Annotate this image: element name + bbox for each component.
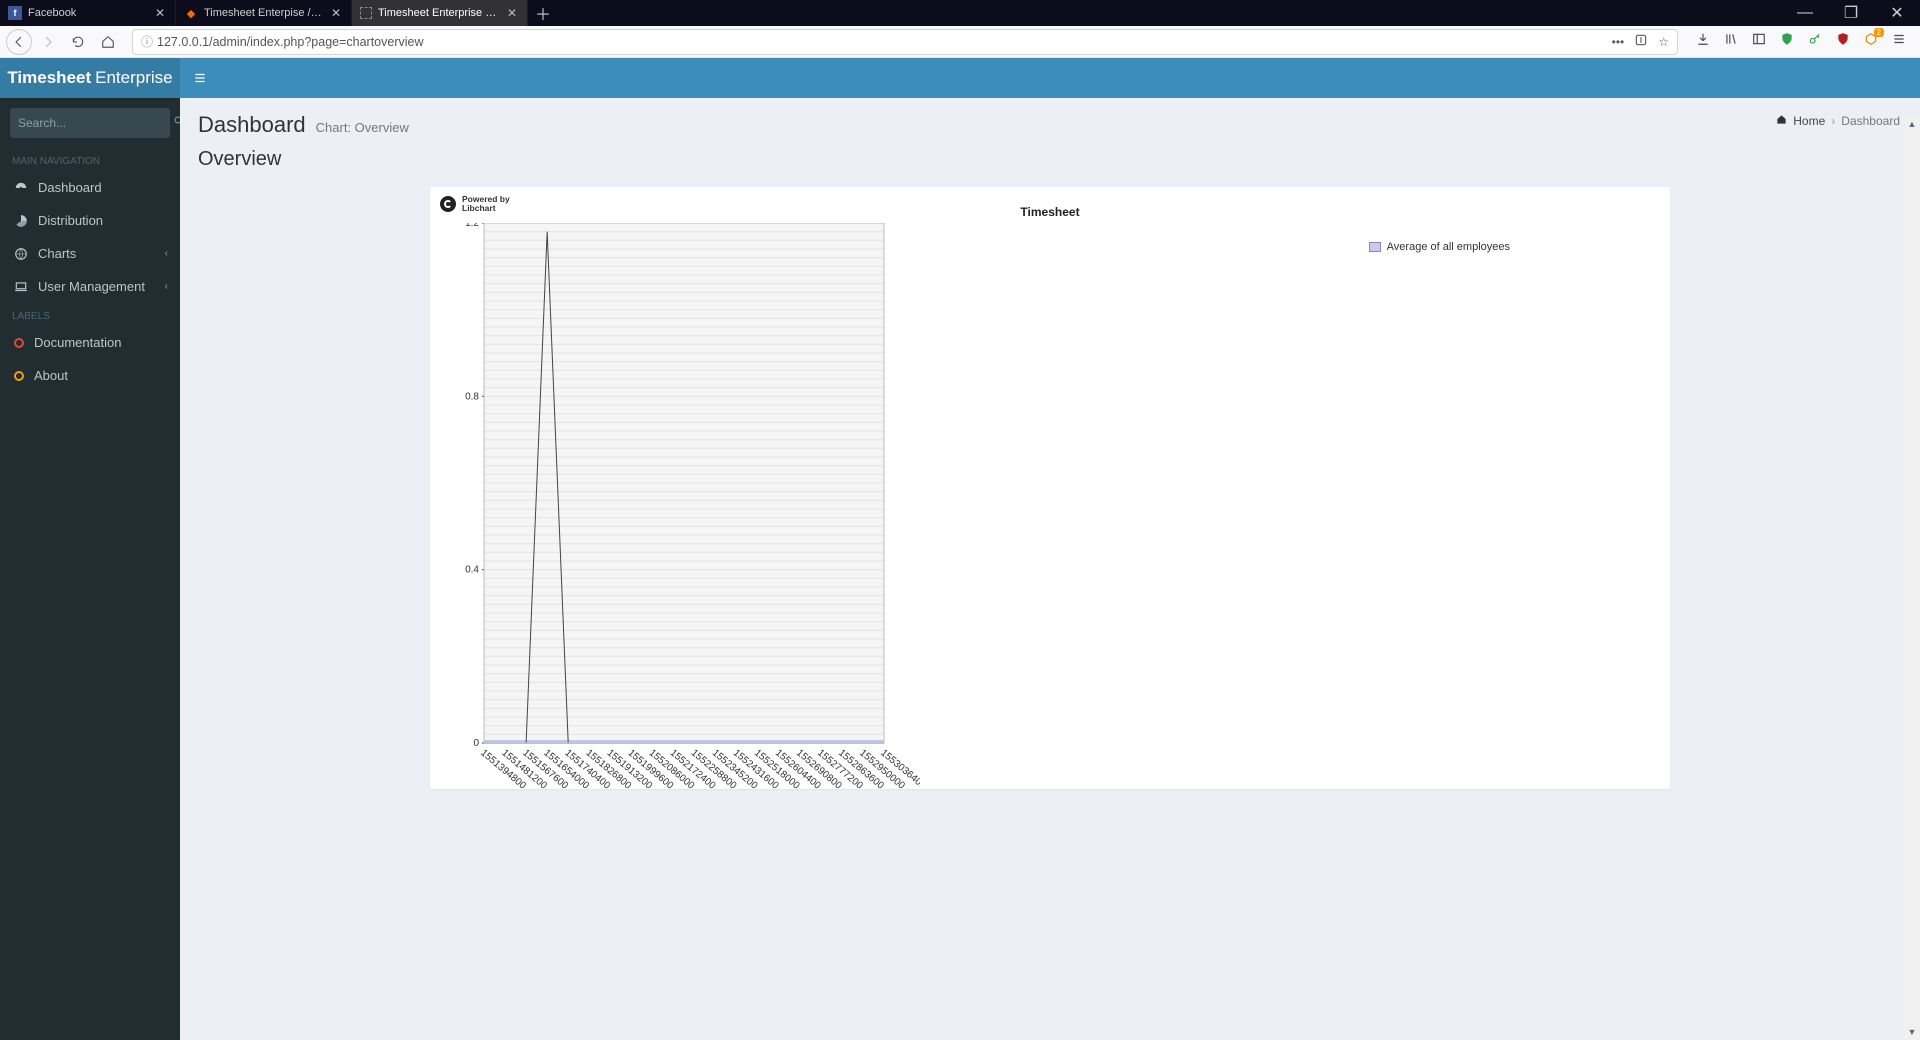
- nav-label: User Management: [38, 279, 145, 294]
- scroll-up-icon[interactable]: ▲: [1904, 116, 1920, 132]
- sidebar-item-user-management[interactable]: User Management ‹: [0, 270, 180, 303]
- url-bar[interactable]: ⓘ ••• ☆: [132, 29, 1678, 55]
- more-icon[interactable]: •••: [1612, 35, 1625, 49]
- brand-light: Enterprise: [95, 68, 172, 88]
- app-header: Timesheet Enterprise: [0, 58, 1920, 98]
- content-area: Dashboard Chart: Overview Home › Dashboa…: [180, 58, 1920, 1040]
- sidebar-item-about[interactable]: About: [0, 359, 180, 392]
- home-icon: [101, 35, 115, 49]
- window-close-button[interactable]: ✕: [1874, 0, 1920, 26]
- close-icon[interactable]: ✕: [329, 6, 343, 20]
- bookmark-star-icon[interactable]: ☆: [1658, 35, 1669, 49]
- ublock-icon[interactable]: [1836, 32, 1850, 51]
- info-icon[interactable]: ⓘ: [137, 33, 157, 50]
- downloads-icon[interactable]: [1696, 32, 1710, 51]
- svg-text:1.2: 1.2: [465, 223, 479, 229]
- legend-label: Average of all employees: [1387, 241, 1510, 253]
- key-icon[interactable]: [1808, 32, 1822, 51]
- section-title: Overview: [180, 144, 1920, 181]
- forward-button[interactable]: [34, 28, 62, 56]
- pie-chart-icon: [12, 214, 30, 228]
- page-title: Dashboard: [198, 112, 306, 138]
- extension-badge-icon[interactable]: [1864, 32, 1878, 51]
- svg-text:0.4: 0.4: [465, 565, 479, 576]
- nav-label: Charts: [38, 246, 76, 261]
- url-input[interactable]: [157, 35, 1612, 49]
- circle-yellow-icon: [14, 371, 24, 381]
- sourceforge-icon: ◆: [184, 6, 198, 20]
- nav-label: About: [34, 368, 68, 383]
- window-maximize-button[interactable]: ❐: [1828, 0, 1874, 26]
- brand-bold: Timesheet: [7, 68, 91, 88]
- sidebar-item-dashboard[interactable]: Dashboard: [0, 171, 180, 204]
- chart-title: Timesheet: [440, 205, 1660, 219]
- reload-icon: [71, 35, 85, 49]
- reader-icon[interactable]: [1634, 33, 1648, 50]
- facebook-icon: f: [8, 6, 22, 20]
- new-tab-button[interactable]: ＋: [528, 0, 558, 26]
- nav-header-main: MAIN NAVIGATION: [0, 148, 180, 171]
- content-header: Dashboard Chart: Overview: [180, 98, 1920, 144]
- sidebar-item-distribution[interactable]: Distribution: [0, 204, 180, 237]
- hamburger-icon: [193, 71, 207, 85]
- tab-sourceforge[interactable]: ◆ Timesheet Enterpise / Code / [ ✕: [176, 0, 352, 26]
- sidebar-item-documentation[interactable]: Documentation: [0, 326, 180, 359]
- blank-favicon-icon: [360, 7, 372, 19]
- chevron-left-icon: ‹: [165, 281, 168, 292]
- browser-toolbar: ⓘ ••• ☆: [0, 26, 1920, 58]
- svg-text:0.8: 0.8: [465, 391, 479, 402]
- sidebar-icon[interactable]: [1752, 32, 1766, 51]
- breadcrumb-home[interactable]: Home: [1793, 114, 1825, 128]
- brand-logo[interactable]: Timesheet Enterprise: [0, 58, 180, 98]
- tab-label: Timesheet Enterpise / Code / [: [204, 7, 323, 19]
- chart-plot: 00.40.81.2155139480015514812001551567600…: [460, 223, 920, 793]
- nav-label: Dashboard: [38, 180, 102, 195]
- close-icon[interactable]: ✕: [505, 6, 519, 20]
- home-button[interactable]: [94, 28, 122, 56]
- arrow-left-icon: [12, 35, 26, 49]
- laptop-icon: [12, 280, 30, 294]
- tab-label: Facebook: [28, 7, 147, 19]
- search-input[interactable]: [18, 116, 173, 130]
- breadcrumb: Home › Dashboard: [1776, 114, 1900, 128]
- legend-swatch: [1369, 242, 1381, 252]
- circle-red-icon: [14, 338, 24, 348]
- page-scrollbar[interactable]: ▲ ▼: [1904, 116, 1920, 1040]
- tab-facebook[interactable]: f Facebook ✕: [0, 0, 176, 26]
- nav-label: Distribution: [38, 213, 103, 228]
- breadcrumb-sep: ›: [1831, 114, 1835, 128]
- browser-tabstrip: f Facebook ✕ ◆ Timesheet Enterpise / Cod…: [0, 0, 1920, 26]
- sidebar: MAIN NAVIGATION Dashboard Distribution C…: [0, 58, 180, 1040]
- library-icon[interactable]: [1724, 32, 1738, 51]
- window-minimize-button[interactable]: —: [1782, 0, 1828, 26]
- nav-header-labels: LABELS: [0, 303, 180, 326]
- scroll-down-icon[interactable]: ▼: [1904, 1024, 1920, 1040]
- sidebar-search[interactable]: [10, 108, 170, 138]
- chart-legend: Average of all employees: [1369, 241, 1510, 253]
- sidebar-toggle-button[interactable]: [180, 58, 220, 98]
- nav-label: Documentation: [34, 335, 121, 350]
- close-icon[interactable]: ✕: [153, 6, 167, 20]
- tab-label: Timesheet Enterprise | Dashboard: [378, 7, 499, 19]
- breadcrumb-current: Dashboard: [1841, 114, 1900, 128]
- chart-card: Powered byLibchart Timesheet Average of …: [430, 187, 1670, 789]
- back-button[interactable]: [6, 29, 32, 55]
- svg-text:0: 0: [473, 738, 479, 749]
- chevron-left-icon: ‹: [165, 248, 168, 259]
- page-subtitle: Chart: Overview: [316, 120, 409, 135]
- home-icon: [1776, 114, 1787, 128]
- shield-icon[interactable]: [1780, 32, 1794, 51]
- tab-timesheet-dashboard[interactable]: Timesheet Enterprise | Dashboard ✕: [352, 0, 528, 26]
- dashboard-icon: [12, 181, 30, 195]
- reload-button[interactable]: [64, 28, 92, 56]
- menu-icon[interactable]: [1892, 32, 1906, 51]
- arrow-right-icon: [41, 35, 55, 49]
- globe-icon: [12, 247, 30, 261]
- sidebar-item-charts[interactable]: Charts ‹: [0, 237, 180, 270]
